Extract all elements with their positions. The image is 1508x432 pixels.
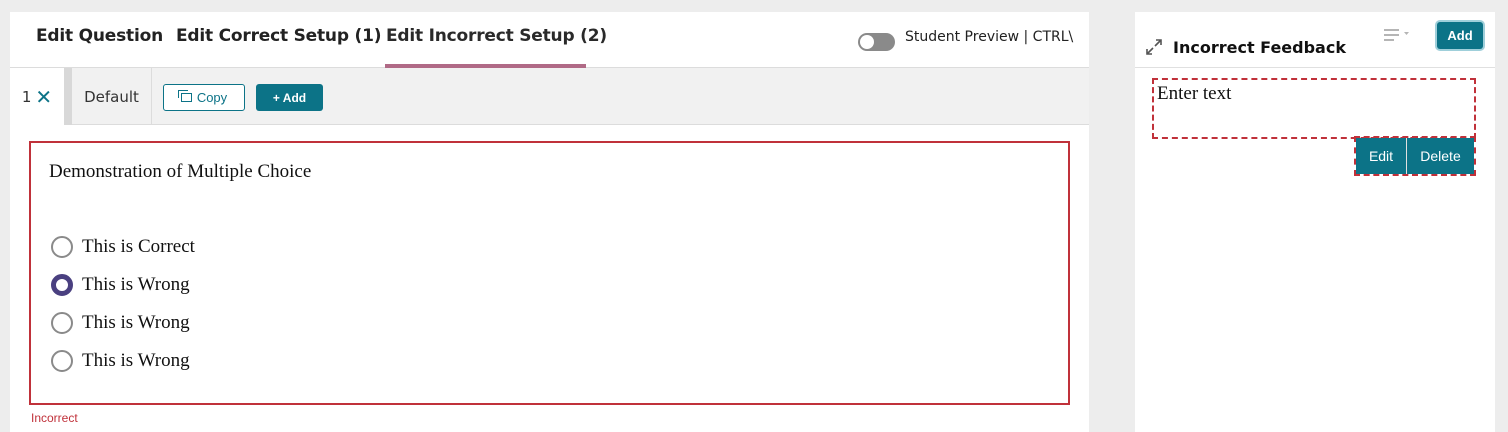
choice-label: This is Wrong — [82, 274, 190, 295]
default-setup-tab[interactable]: Default — [72, 68, 152, 125]
delete-button[interactable]: Delete — [1407, 138, 1474, 174]
feedback-title: Incorrect Feedback — [1173, 38, 1346, 57]
setup-tab-1[interactable]: 1 ✕ — [10, 68, 64, 125]
editor-panel: Edit Question Edit Correct Setup (1) Edi… — [10, 12, 1089, 432]
radio-button[interactable] — [51, 236, 73, 258]
choice-1[interactable]: This is Correct — [51, 234, 195, 260]
feedback-panel: Incorrect Feedback Add Enter text Edit D… — [1135, 12, 1495, 432]
tab-edit-question[interactable]: Edit Question — [36, 26, 163, 46]
choice-label: This is Wrong — [82, 312, 190, 333]
student-preview-label: Student Preview | CTRL\ — [905, 29, 1074, 45]
copy-icon — [177, 90, 192, 102]
text-align-dropdown-icon[interactable] — [1384, 28, 1410, 42]
feedback-text-field[interactable]: Enter text — [1152, 78, 1476, 139]
close-icon[interactable]: ✕ — [35, 87, 52, 107]
radio-button[interactable] — [51, 350, 73, 372]
copy-button[interactable]: Copy — [163, 84, 245, 111]
setup-divider — [64, 68, 72, 125]
tab-edit-incorrect-setup[interactable]: Edit Incorrect Setup (2) — [386, 26, 607, 46]
tab-bar: Edit Question Edit Correct Setup (1) Edi… — [10, 12, 1089, 68]
add-setup-button[interactable]: + Add — [256, 84, 323, 111]
feedback-header: Incorrect Feedback Add — [1135, 12, 1495, 68]
setup-number: 1 — [21, 87, 32, 106]
student-preview-toggle[interactable] — [858, 33, 895, 51]
copy-label: Copy — [196, 90, 228, 105]
setup-bar: 1 ✕ Default Copy + Add — [10, 68, 1089, 125]
choice-label: This is Correct — [82, 236, 195, 257]
toggle-knob — [860, 35, 874, 49]
edit-button[interactable]: Edit — [1356, 138, 1407, 174]
radio-button-selected[interactable] — [51, 274, 73, 296]
feedback-actions: Edit Delete — [1354, 136, 1476, 176]
result-status: Incorrect — [31, 411, 78, 425]
choice-3[interactable]: This is Wrong — [51, 310, 190, 336]
radio-button[interactable] — [51, 312, 73, 334]
question-title: Demonstration of Multiple Choice — [49, 161, 312, 182]
add-feedback-button[interactable]: Add — [1437, 22, 1483, 49]
expand-icon[interactable] — [1145, 38, 1163, 56]
feedback-placeholder: Enter text — [1157, 83, 1232, 104]
choice-4[interactable]: This is Wrong — [51, 348, 190, 374]
tab-edit-correct-setup[interactable]: Edit Correct Setup (1) — [176, 26, 381, 46]
choice-2[interactable]: This is Wrong — [51, 272, 190, 298]
choice-label: This is Wrong — [82, 350, 190, 371]
question-box: Demonstration of Multiple Choice This is… — [29, 141, 1070, 405]
